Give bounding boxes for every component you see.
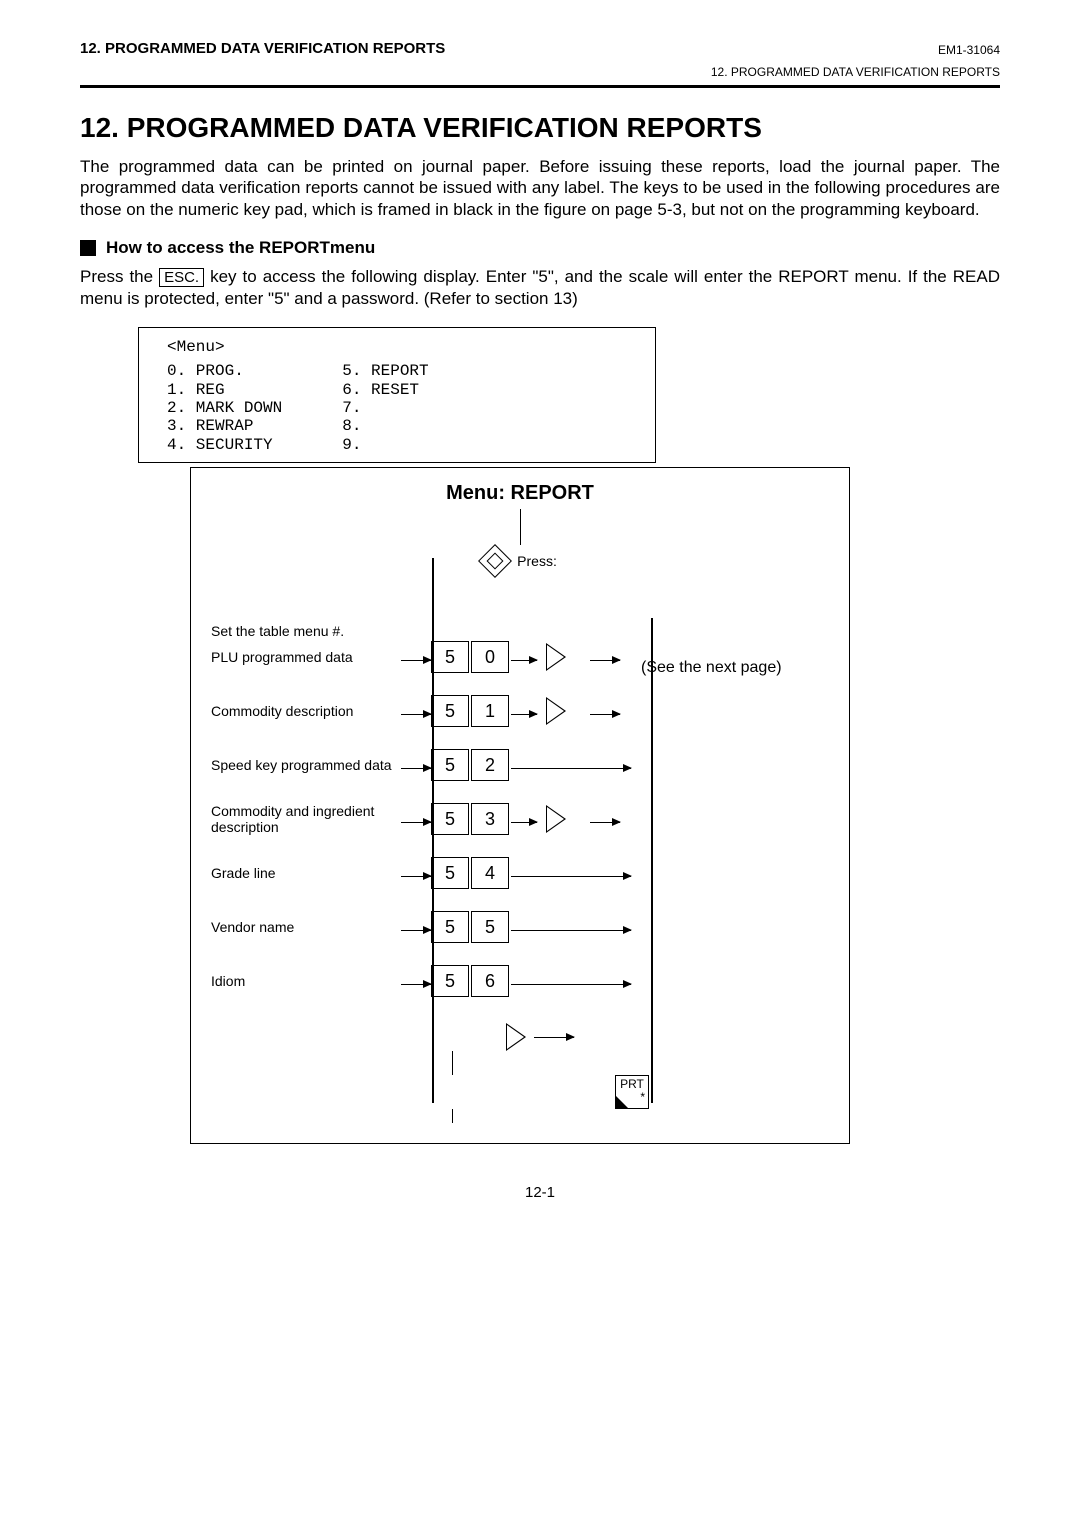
flow-line xyxy=(452,1109,453,1123)
esc-key: ESC. xyxy=(159,268,204,287)
page-title: 12. PROGRAMMED DATA VERIFICATION REPORTS xyxy=(80,112,1000,144)
digit-key: 4 xyxy=(471,857,509,889)
flow-line xyxy=(401,876,431,877)
section-header-left: 12. PROGRAMMED DATA VERIFICATION REPORTS xyxy=(80,40,445,57)
menu-right-col: 5. REPORT 6. RESET 7. 8. 9. xyxy=(342,362,428,454)
flow-line xyxy=(401,984,431,985)
menu-item-7: 7. xyxy=(342,399,428,417)
press-label: Press: xyxy=(517,553,557,569)
tri-label: v xyxy=(512,1029,518,1043)
flow-arrow xyxy=(511,714,537,715)
prt-key: PRT * xyxy=(615,1075,649,1109)
flow-arrow xyxy=(511,930,631,931)
flow-arrow xyxy=(590,714,620,715)
flow-line xyxy=(520,509,521,545)
tri-label: u xyxy=(552,703,559,717)
tri-label: u xyxy=(552,649,559,663)
menu-item-3: 3. REWRAP xyxy=(167,417,282,435)
flow-line xyxy=(401,768,431,769)
breadcrumb: 12. PROGRAMMED DATA VERIFICATION REPORTS xyxy=(80,65,1000,79)
digit-key: 5 xyxy=(431,911,469,943)
menu-item-9: 9. xyxy=(342,436,428,454)
digit-key: 3 xyxy=(471,803,509,835)
flow-line xyxy=(401,714,431,715)
flow-arrow xyxy=(511,768,631,769)
menu-item-0: 0. PROG. xyxy=(167,362,282,380)
intro-paragraph: The programmed data can be printed on jo… xyxy=(80,156,1000,220)
row-label: Commodity and ingredient description xyxy=(211,803,401,835)
digit-key: 2 xyxy=(471,749,509,781)
access-text-a: Press the xyxy=(80,267,159,286)
flow-line xyxy=(401,930,431,931)
flowchart-box: Menu: REPORT Press: Set the table menu #… xyxy=(190,467,850,1144)
tri-icon: u xyxy=(546,805,566,833)
menu-item-5: 5. REPORT xyxy=(342,362,428,380)
header-rule xyxy=(80,85,1000,88)
flow-arrow xyxy=(511,984,631,985)
digit-key: 5 xyxy=(431,695,469,727)
page-footer: 12-1 xyxy=(80,1184,1000,1201)
row-label: Speed key programmed data xyxy=(211,749,401,781)
menu-title: <Menu> xyxy=(167,338,627,356)
flow-branch-spine xyxy=(651,618,653,1103)
digit-key: 1 xyxy=(471,695,509,727)
flow-arrow xyxy=(511,822,537,823)
digit-key: 5 xyxy=(431,965,469,997)
row-label: Idiom xyxy=(211,965,401,997)
menu-item-2: 2. MARK DOWN xyxy=(167,399,282,417)
flow-line xyxy=(452,1051,453,1075)
doc-number: EM1-31064 xyxy=(938,43,1000,57)
digit-key: 5 xyxy=(431,641,469,673)
flow-arrow xyxy=(534,1037,574,1038)
flow-arrow xyxy=(511,876,631,877)
flow-title: Menu: REPORT xyxy=(211,482,829,505)
digit-key: 5 xyxy=(431,857,469,889)
access-paragraph: Press the ESC. key to access the followi… xyxy=(80,266,1000,309)
row-label: Commodity description xyxy=(211,695,401,727)
row-label: Vendor name xyxy=(211,911,401,943)
menu-display-box: <Menu> 0. PROG. 1. REG 2. MARK DOWN 3. R… xyxy=(138,327,656,463)
access-text-b: key to access the following display. Ent… xyxy=(80,267,1000,308)
flow-arrow xyxy=(511,660,537,661)
tri-label: u xyxy=(552,811,559,825)
flow-line xyxy=(401,660,431,661)
menu-item-6: 6. RESET xyxy=(342,381,428,399)
row-label: Grade line xyxy=(211,857,401,889)
flow-spine xyxy=(432,558,434,1103)
diamond-icon xyxy=(478,544,512,578)
prt-bottom-label: * xyxy=(616,1091,648,1104)
tri-icon: u xyxy=(546,697,566,725)
tri-icon: u xyxy=(546,643,566,671)
flow-arrow xyxy=(590,660,620,661)
set-table-note: Set the table menu #. xyxy=(211,623,401,639)
digit-key: 0 xyxy=(471,641,509,673)
subheading: How to access the REPORTmenu xyxy=(106,238,375,258)
flow-line xyxy=(401,822,431,823)
square-bullet-icon xyxy=(80,240,96,256)
flow-arrow xyxy=(590,822,620,823)
digit-key: 5 xyxy=(471,911,509,943)
digit-key: 6 xyxy=(471,965,509,997)
menu-item-8: 8. xyxy=(342,417,428,435)
menu-left-col: 0. PROG. 1. REG 2. MARK DOWN 3. REWRAP 4… xyxy=(167,362,282,454)
menu-item-1: 1. REG xyxy=(167,381,282,399)
digit-key: 5 xyxy=(431,803,469,835)
row-label: PLU programmed data xyxy=(211,641,401,673)
menu-item-4: 4. SECURITY xyxy=(167,436,282,454)
digit-key: 5 xyxy=(431,749,469,781)
tri-icon: v xyxy=(506,1023,526,1051)
